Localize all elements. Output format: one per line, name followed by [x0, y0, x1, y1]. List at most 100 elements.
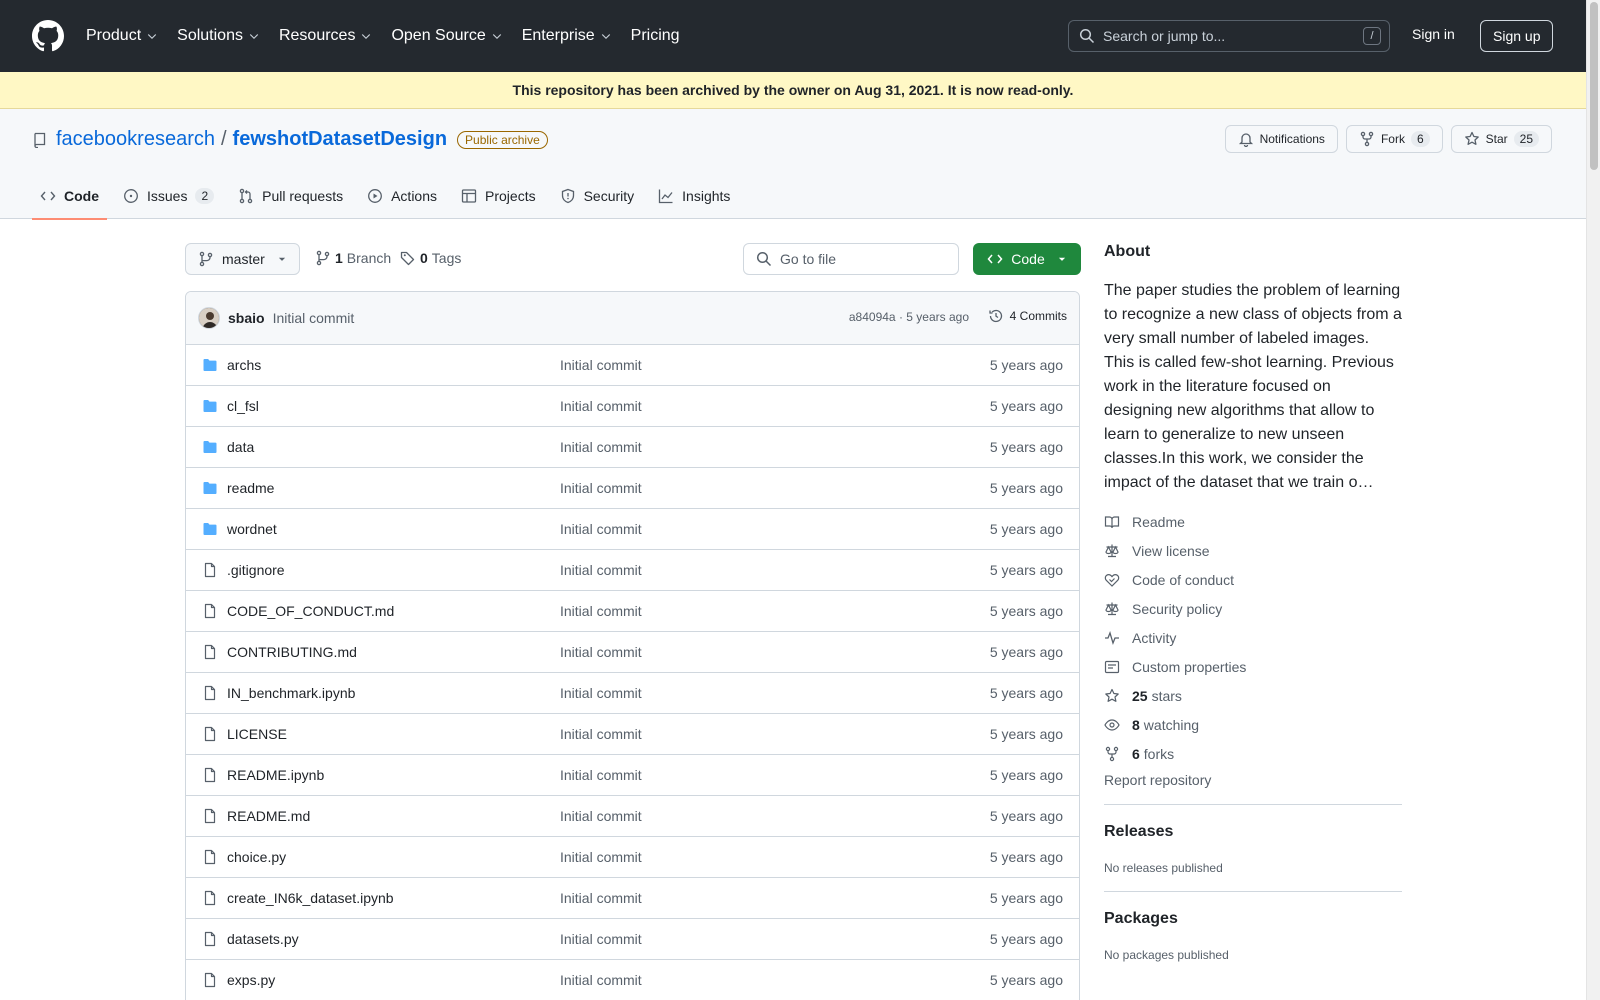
- table-row[interactable]: CONTRIBUTING.md Initial commit 5 years ago: [186, 632, 1079, 673]
- report-repository-link[interactable]: Report repository: [1104, 772, 1402, 788]
- tab-pull-requests[interactable]: Pull requests: [230, 173, 351, 219]
- branch-selector[interactable]: master: [185, 243, 300, 275]
- about-link-watching[interactable]: 8 watching: [1104, 710, 1402, 739]
- table-row[interactable]: choice.py Initial commit 5 years ago: [186, 837, 1079, 878]
- file-commit-message[interactable]: Initial commit: [560, 603, 642, 619]
- file-name-link[interactable]: data: [227, 439, 254, 455]
- file-commit-message[interactable]: Initial commit: [560, 931, 642, 947]
- file-commit-message[interactable]: Initial commit: [560, 562, 642, 578]
- branches-link[interactable]: 1 Branch: [315, 250, 391, 266]
- file-commit-message[interactable]: Initial commit: [560, 726, 642, 742]
- file-name-link[interactable]: CODE_OF_CONDUCT.md: [227, 603, 394, 619]
- tab-issues[interactable]: Issues 2: [115, 173, 222, 219]
- file-commit-message[interactable]: Initial commit: [560, 480, 642, 496]
- file-name-link[interactable]: README.md: [227, 808, 310, 824]
- file-name-link[interactable]: readme: [227, 480, 274, 496]
- file-name-link[interactable]: cl_fsl: [227, 398, 259, 414]
- repo-tabs: Code Issues 2 Pull requests Actions Proj…: [32, 173, 746, 220]
- file-name-link[interactable]: .gitignore: [227, 562, 285, 578]
- file-name-link[interactable]: README.ipynb: [227, 767, 324, 783]
- about-link-view-license[interactable]: View license: [1104, 536, 1402, 565]
- table-row[interactable]: datasets.py Initial commit 5 years ago: [186, 919, 1079, 960]
- file-commit-message[interactable]: Initial commit: [560, 521, 642, 537]
- commit-message[interactable]: Initial commit: [273, 310, 355, 326]
- file-commit-message[interactable]: Initial commit: [560, 644, 642, 660]
- packages-title[interactable]: Packages: [1104, 910, 1402, 928]
- law-icon: [1104, 601, 1120, 617]
- tab-actions[interactable]: Actions: [359, 173, 445, 219]
- table-row[interactable]: exps.py Initial commit 5 years ago: [186, 960, 1079, 1000]
- go-to-file-input[interactable]: Go to file: [743, 243, 959, 275]
- table-row[interactable]: .gitignore Initial commit 5 years ago: [186, 550, 1079, 591]
- file-commit-message[interactable]: Initial commit: [560, 808, 642, 824]
- table-row[interactable]: data Initial commit 5 years ago: [186, 427, 1079, 468]
- file-commit-message[interactable]: Initial commit: [560, 685, 642, 701]
- about-link-security-policy[interactable]: Security policy: [1104, 594, 1402, 623]
- table-row[interactable]: readme Initial commit 5 years ago: [186, 468, 1079, 509]
- tab-insights[interactable]: Insights: [650, 173, 738, 219]
- repo-name-link[interactable]: fewshotDatasetDesign: [233, 128, 448, 151]
- file-name-link[interactable]: CONTRIBUTING.md: [227, 644, 357, 660]
- file-name-link[interactable]: choice.py: [227, 849, 286, 865]
- about-link-activity[interactable]: Activity: [1104, 623, 1402, 652]
- nav-enterprise[interactable]: Enterprise: [522, 27, 612, 45]
- nav-product[interactable]: Product: [86, 27, 158, 45]
- tab-projects[interactable]: Projects: [453, 173, 544, 219]
- file-icon: [202, 685, 218, 701]
- table-row[interactable]: IN_benchmark.ipynb Initial commit 5 years …: [186, 673, 1079, 714]
- about-link-stars[interactable]: 25 stars: [1104, 681, 1402, 710]
- file-commit-message[interactable]: Initial commit: [560, 849, 642, 865]
- tags-link[interactable]: 0 Tags: [400, 250, 461, 266]
- about-link-code-of-conduct[interactable]: Code of conduct: [1104, 565, 1402, 594]
- code-dropdown-button[interactable]: Code: [973, 243, 1081, 275]
- table-row[interactable]: README.ipynb Initial commit 5 years ago: [186, 755, 1079, 796]
- about-link-readme[interactable]: Readme: [1104, 507, 1402, 536]
- commits-link[interactable]: 4 Commits: [988, 308, 1067, 324]
- file-commit-age: 5 years ago: [989, 726, 1063, 742]
- about-link-forks[interactable]: 6 forks: [1104, 739, 1402, 768]
- tab-security[interactable]: Security: [552, 173, 643, 219]
- file-commit-message[interactable]: Initial commit: [560, 972, 642, 988]
- table-row[interactable]: README.md Initial commit 5 years ago: [186, 796, 1079, 837]
- table-row[interactable]: create_IN6k_dataset.ipynb Initial commit 5…: [186, 878, 1079, 919]
- file-name-link[interactable]: wordnet: [227, 521, 277, 537]
- page-scrollbar[interactable]: [1586, 0, 1600, 1000]
- fork-button[interactable]: Fork 6: [1345, 125, 1443, 153]
- tab-code[interactable]: Code: [32, 173, 107, 220]
- table-row[interactable]: LICENSE Initial commit 5 years ago: [186, 714, 1079, 755]
- nav-pricing[interactable]: Pricing: [631, 27, 680, 45]
- nav-solutions[interactable]: Solutions: [177, 27, 260, 45]
- file-commit-message[interactable]: Initial commit: [560, 767, 642, 783]
- sign-up-button[interactable]: Sign up: [1480, 20, 1554, 52]
- github-logo-icon[interactable]: [32, 20, 64, 52]
- about-link-custom-properties[interactable]: Custom properties: [1104, 652, 1402, 681]
- commit-hash[interactable]: a84094a: [849, 310, 896, 324]
- sign-in-link[interactable]: Sign in: [1412, 26, 1455, 42]
- avatar[interactable]: [198, 307, 220, 329]
- table-row[interactable]: wordnet Initial commit 5 years ago: [186, 509, 1079, 550]
- commit-author[interactable]: sbaio: [228, 310, 265, 326]
- repo-owner-link[interactable]: facebookresearch: [56, 128, 215, 151]
- file-name-link[interactable]: IN_benchmark.ipynb: [227, 685, 355, 701]
- search-input[interactable]: Search or jump to... /: [1068, 20, 1390, 52]
- file-commit-message[interactable]: Initial commit: [560, 357, 642, 373]
- visibility-badge: Public archive: [457, 130, 548, 149]
- search-shortcut-key: /: [1363, 27, 1381, 45]
- file-commit-message[interactable]: Initial commit: [560, 890, 642, 906]
- star-button[interactable]: Star 25: [1450, 125, 1552, 153]
- nav-resources[interactable]: Resources: [279, 27, 372, 45]
- file-commit-message[interactable]: Initial commit: [560, 439, 642, 455]
- file-name-link[interactable]: create_IN6k_dataset.ipynb: [227, 890, 394, 906]
- file-name-link[interactable]: archs: [227, 357, 261, 373]
- file-commit-message[interactable]: Initial commit: [560, 398, 642, 414]
- nav-open-source[interactable]: Open Source: [391, 27, 502, 45]
- file-name-link[interactable]: datasets.py: [227, 931, 299, 947]
- scrollbar-thumb[interactable]: [1590, 2, 1598, 170]
- file-name-link[interactable]: LICENSE: [227, 726, 287, 742]
- file-name-link[interactable]: exps.py: [227, 972, 275, 988]
- table-row[interactable]: CODE_OF_CONDUCT.md Initial commit 5 years …: [186, 591, 1079, 632]
- table-row[interactable]: archs Initial commit 5 years ago: [186, 345, 1079, 386]
- table-row[interactable]: cl_fsl Initial commit 5 years ago: [186, 386, 1079, 427]
- notifications-button[interactable]: Notifications: [1224, 125, 1338, 153]
- releases-title[interactable]: Releases: [1104, 823, 1402, 841]
